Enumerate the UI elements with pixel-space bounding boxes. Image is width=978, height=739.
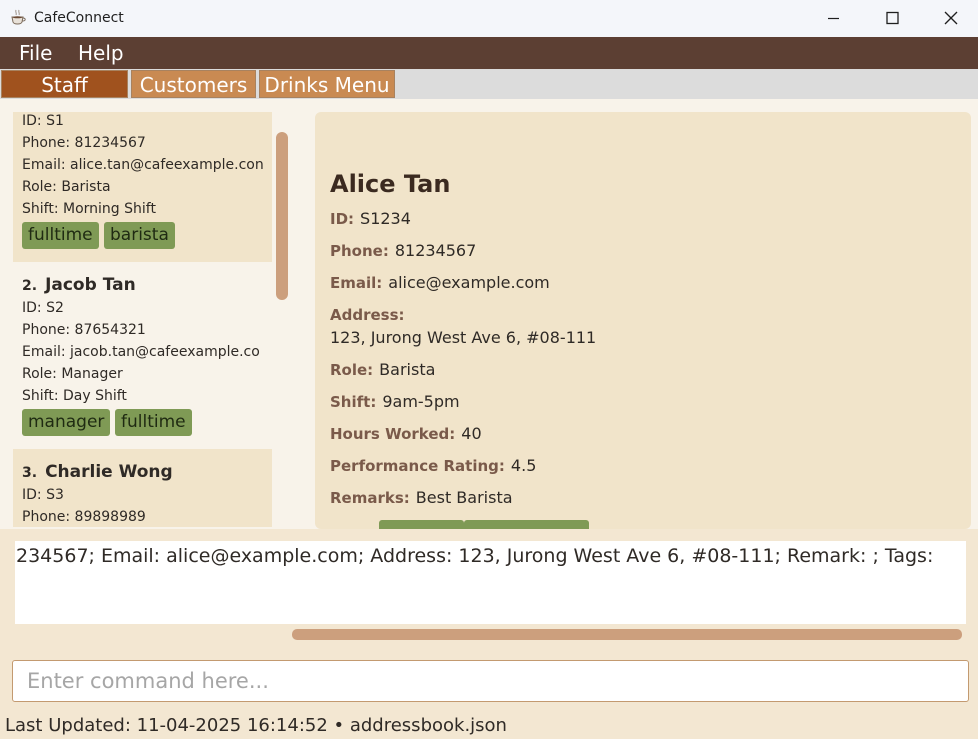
result-display-scrollbar[interactable] [292, 629, 962, 640]
staff-phone: Phone: 87654321 [22, 322, 146, 338]
staff-list-scrollbar[interactable] [276, 132, 288, 300]
staff-role: Role: Manager [22, 366, 123, 382]
menu-help[interactable]: Help [78, 41, 124, 65]
detail-label: Email: [330, 274, 383, 292]
detail-performance-rating: Performance Rating: 4.5 [330, 456, 536, 475]
detail-value: 4.5 [510, 456, 537, 475]
detail-label: Role: [330, 361, 374, 379]
maximize-button[interactable] [862, 0, 920, 37]
staff-id: ID: S3 [22, 487, 64, 503]
detail-value: S1234 [360, 209, 411, 228]
detail-label: Performance Rating: [330, 457, 505, 475]
detail-hours-worked: Hours Worked: 40 [330, 424, 482, 443]
tab-customers[interactable]: Customers [131, 70, 256, 98]
status-bar: Last Updated: 11-04-2025 16:14:52 • addr… [5, 715, 507, 736]
result-display[interactable]: 234567; Email: alice@example.com; Addres… [15, 541, 966, 624]
close-icon [944, 11, 958, 25]
close-button[interactable] [920, 0, 978, 37]
detail-value: alice@example.com [388, 273, 550, 292]
staff-phone: Phone: 89898989 [22, 509, 146, 525]
coffee-cup-icon [11, 9, 26, 25]
detail-shift: Shift: 9am-5pm [330, 392, 460, 411]
tab-staff[interactable]: Staff [1, 70, 128, 98]
tag [464, 520, 589, 529]
main-content: ID: S1 Phone: 81234567 Email: alice.tan@… [0, 99, 978, 529]
tag: fulltime [115, 409, 192, 436]
detail-role: Role: Barista [330, 360, 435, 379]
staff-role: Role: Barista [22, 179, 111, 195]
detail-value: Barista [379, 360, 436, 379]
detail-address-label: Address: [330, 305, 411, 324]
command-input[interactable] [12, 660, 969, 702]
result-display-area: 234567; Email: alice@example.com; Addres… [0, 529, 978, 652]
detail-name: Alice Tan [330, 170, 451, 198]
tag: manager [22, 409, 111, 436]
detail-label: Remarks: [330, 489, 410, 507]
staff-shift: Shift: Morning Shift [22, 201, 156, 217]
staff-index: 3. [22, 465, 38, 481]
staff-list[interactable]: ID: S1 Phone: 81234567 Email: alice.tan@… [13, 112, 272, 527]
tab-drinks-menu[interactable]: Drinks Menu [259, 70, 395, 98]
minimize-button[interactable] [804, 0, 862, 37]
window-title: CafeConnect [34, 10, 124, 26]
staff-card[interactable]: ID: S1 Phone: 81234567 Email: alice.tan@… [13, 112, 272, 262]
detail-remarks: Remarks: Best Barista [330, 488, 513, 507]
staff-card[interactable]: 2. Jacob Tan ID: S2 Phone: 87654321 Email… [13, 262, 272, 449]
staff-id: ID: S2 [22, 300, 64, 316]
staff-email: Email: jacob.tan@cafeexample.co [22, 344, 260, 360]
staff-id: ID: S1 [22, 113, 64, 129]
staff-name-line: 2. Jacob Tan [22, 275, 136, 295]
detail-value: 9am-5pm [382, 392, 460, 411]
result-text: 234567; Email: alice@example.com; Addres… [16, 545, 934, 567]
detail-address-value: 123, Jurong West Ave 6, #08-111 [330, 328, 597, 347]
staff-card[interactable]: 3. Charlie Wong ID: S3 Phone: 89898989 [13, 449, 272, 527]
detail-label: ID: [330, 210, 355, 228]
tag [379, 520, 464, 529]
minimize-icon [828, 17, 839, 20]
detail-id: ID: S1234 [330, 209, 411, 228]
detail-phone: Phone: 81234567 [330, 241, 476, 260]
detail-label: Shift: [330, 393, 377, 411]
staff-detail-panel: Alice Tan ID: S1234 Phone: 81234567 Email:… [315, 112, 971, 529]
detail-value: 40 [461, 424, 482, 443]
staff-phone: Phone: 81234567 [22, 135, 146, 151]
menu-bar: File Help [0, 37, 978, 69]
staff-index: 2. [22, 278, 38, 294]
staff-shift: Shift: Day Shift [22, 388, 127, 404]
tab-bar: Staff Customers Drinks Menu [0, 69, 978, 99]
detail-label: Hours Worked: [330, 425, 456, 443]
menu-file[interactable]: File [19, 41, 52, 65]
tag: barista [104, 222, 175, 249]
tag: fulltime [22, 222, 99, 249]
staff-name-line: 3. Charlie Wong [22, 462, 173, 482]
title-bar: CafeConnect [0, 0, 978, 37]
detail-label: Address: [330, 306, 405, 324]
staff-name: Jacob Tan [45, 275, 136, 295]
staff-email: Email: alice.tan@cafeexample.con [22, 157, 264, 173]
maximize-icon [886, 11, 899, 25]
detail-value: 81234567 [394, 241, 477, 260]
detail-email: Email: alice@example.com [330, 273, 550, 292]
detail-value: Best Barista [415, 488, 513, 507]
detail-label: Phone: [330, 242, 389, 260]
staff-name: Charlie Wong [45, 462, 173, 482]
